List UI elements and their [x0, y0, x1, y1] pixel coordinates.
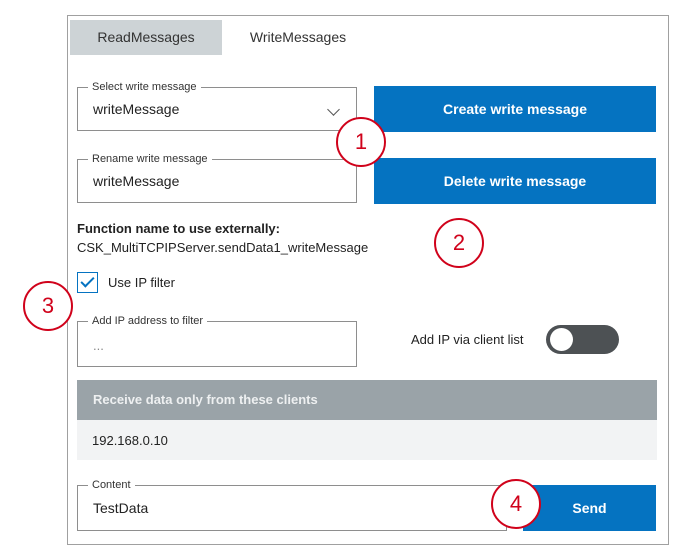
- rename-write-message-value: writeMessage: [93, 173, 180, 189]
- function-name-label: Function name to use externally:: [77, 221, 280, 236]
- annotation-marker-1: 1: [336, 117, 386, 167]
- tab-write-messages[interactable]: WriteMessages: [222, 20, 374, 55]
- content-field[interactable]: Content TestData: [77, 478, 507, 531]
- select-write-message-label: Select write message: [88, 80, 201, 94]
- annotation-marker-3: 3: [23, 281, 73, 331]
- add-ip-address-field[interactable]: Add IP address to filter ...: [77, 314, 357, 367]
- annotation-marker-4: 4: [491, 479, 541, 529]
- use-ip-filter-checkbox[interactable]: [77, 272, 98, 293]
- toggle-knob: [550, 328, 573, 351]
- content-label: Content: [88, 478, 135, 492]
- chevron-down-icon: [327, 103, 340, 116]
- client-list-toggle-label: Add IP via client list: [411, 332, 524, 347]
- select-write-message-value: writeMessage: [93, 101, 180, 117]
- use-ip-filter-label: Use IP filter: [108, 275, 175, 290]
- checkmark-icon: [80, 273, 95, 288]
- list-item[interactable]: 192.168.0.10: [77, 420, 657, 460]
- add-ip-address-label: Add IP address to filter: [88, 314, 208, 328]
- annotation-marker-2: 2: [434, 218, 484, 268]
- add-ip-address-placeholder: ...: [93, 338, 104, 353]
- rename-write-message-field[interactable]: Rename write message writeMessage: [77, 152, 357, 203]
- clients-section-header: Receive data only from these clients: [77, 380, 657, 420]
- content-value: TestData: [93, 500, 149, 516]
- create-write-message-button[interactable]: Create write message: [374, 86, 656, 132]
- send-button[interactable]: Send: [523, 485, 656, 531]
- function-name-value: CSK_MultiTCPIPServer.sendData1_writeMess…: [77, 240, 369, 255]
- delete-write-message-button[interactable]: Delete write message: [374, 158, 656, 204]
- select-write-message-dropdown[interactable]: Select write message writeMessage: [77, 80, 357, 131]
- rename-write-message-label: Rename write message: [88, 152, 212, 166]
- client-list-toggle[interactable]: [546, 325, 619, 354]
- tab-read-messages[interactable]: ReadMessages: [70, 20, 222, 55]
